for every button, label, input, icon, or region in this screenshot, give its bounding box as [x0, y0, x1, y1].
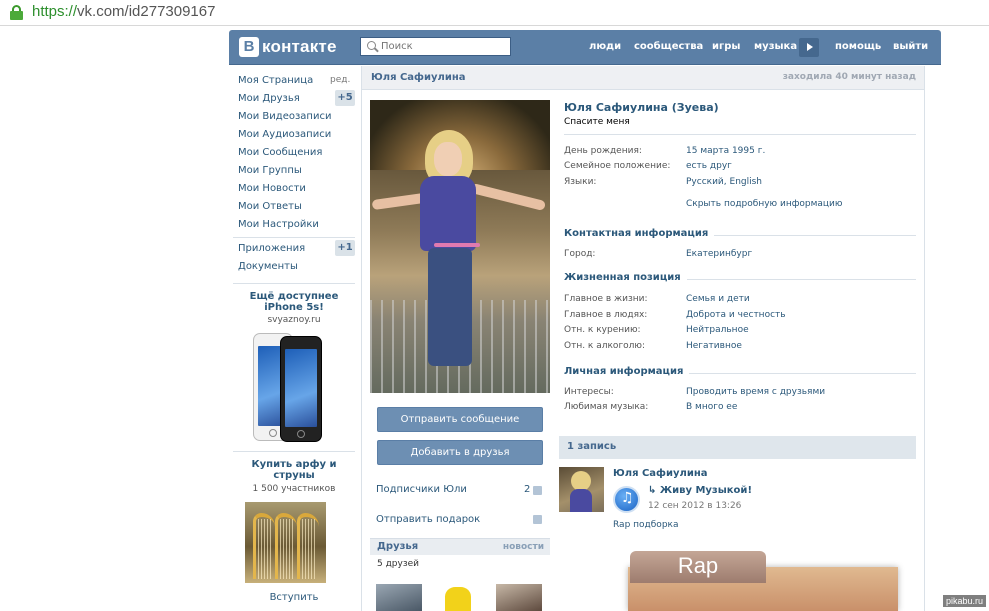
- music-group-icon[interactable]: [613, 486, 640, 513]
- smoking-label: Отн. к курению:: [564, 325, 641, 335]
- life-section-title: Жизненная позиция: [564, 272, 687, 283]
- menu-news[interactable]: Мои Новости: [238, 183, 306, 194]
- birthday-label: День рождения:: [564, 146, 642, 156]
- followers-count[interactable]: 2: [524, 484, 530, 495]
- profile-status[interactable]: Спасите меня: [564, 117, 630, 127]
- ad-iphone-source[interactable]: svyaznoy.ru: [233, 315, 355, 325]
- ad-iphone-title[interactable]: Ещё доступнее iPhone 5s!: [233, 291, 355, 313]
- menu-documents[interactable]: Документы: [238, 261, 298, 272]
- relationship-value[interactable]: есть друг: [686, 161, 732, 171]
- nav-communities[interactable]: сообщества: [634, 30, 703, 65]
- top-profile-name: Юля Сафиулина: [371, 72, 466, 83]
- contact-section-title: Контактная информация: [564, 228, 715, 239]
- followers-link[interactable]: Подписчики Юли: [376, 484, 467, 495]
- friends-badge[interactable]: +5: [335, 90, 355, 106]
- repost-title: Живу Музыкой!: [659, 485, 752, 496]
- post-author-name[interactable]: Юля Сафиулина: [613, 468, 708, 479]
- last-seen: заходила 40 минут назад: [782, 72, 916, 82]
- ad-harp-members: 1 500 участников: [252, 484, 336, 494]
- post-date[interactable]: 12 сен 2012 в 13:26: [648, 501, 741, 511]
- lock-icon: [10, 5, 23, 20]
- followers-icon: [533, 486, 542, 495]
- birthday-value[interactable]: 15 марта 1995 г.: [686, 146, 765, 156]
- main-in-people-value[interactable]: Доброта и честность: [686, 310, 786, 320]
- menu-groups[interactable]: Мои Группы: [238, 165, 302, 176]
- ad-join-link[interactable]: Вступить: [233, 592, 355, 603]
- nav-help[interactable]: помощь: [835, 30, 881, 65]
- friends-news-link[interactable]: новости: [503, 542, 544, 552]
- repost-arrow-icon: ↳: [648, 485, 660, 496]
- send-gift-link[interactable]: Отправить подарок: [376, 514, 480, 525]
- watermark: pikabu.ru: [942, 595, 986, 607]
- nav-logout[interactable]: выйти: [893, 30, 928, 65]
- menu-settings[interactable]: Мои Настройки: [238, 219, 319, 230]
- divider: [564, 134, 916, 135]
- interests-value[interactable]: Проводить время с друзьями: [686, 387, 825, 397]
- menu-edit-link[interactable]: ред.: [330, 75, 350, 85]
- languages-value[interactable]: Русский, English: [686, 177, 762, 187]
- apps-badge[interactable]: +1: [335, 240, 355, 256]
- personal-section-title: Личная информация: [564, 366, 690, 377]
- friends-count[interactable]: 5 друзей: [377, 559, 419, 569]
- menu-videos[interactable]: Мои Видеозаписи: [238, 111, 331, 122]
- main-in-life-value[interactable]: Семья и дети: [686, 294, 750, 304]
- wall-count: 1 запись: [567, 441, 617, 452]
- nav-games[interactable]: игры: [712, 30, 740, 65]
- smoking-value[interactable]: Нейтральное: [686, 325, 749, 335]
- menu-apps[interactable]: Приложения: [238, 243, 305, 254]
- search-icon: [367, 41, 376, 50]
- friend-avatar[interactable]: [496, 584, 542, 611]
- menu-answers[interactable]: Мои Ответы: [238, 201, 302, 212]
- nav-music[interactable]: музыка: [754, 30, 797, 65]
- menu-friends[interactable]: Мои Друзья: [238, 93, 300, 104]
- iphone-black-image[interactable]: [280, 336, 322, 442]
- relationship-label: Семейное положение:: [564, 161, 671, 171]
- music-value[interactable]: В много ее: [686, 402, 737, 412]
- repost-source[interactable]: ↳ Живу Музыкой!: [648, 485, 752, 496]
- languages-label: Языки:: [564, 177, 597, 187]
- play-icon[interactable]: [799, 38, 819, 57]
- main-in-life-label: Главное в жизни:: [564, 294, 648, 304]
- main-in-people-label: Главное в людях:: [564, 310, 648, 320]
- interests-label: Интересы:: [564, 387, 614, 397]
- friends-header: Друзья новости: [370, 538, 550, 555]
- friend-avatar[interactable]: [436, 584, 482, 611]
- wall-header[interactable]: 1 запись: [559, 436, 916, 459]
- city-value[interactable]: Екатеринбург: [686, 249, 752, 259]
- menu-messages[interactable]: Мои Сообщения: [238, 147, 322, 158]
- profile-top-bar: Юля Сафиулина заходила 40 минут назад: [361, 66, 925, 90]
- harp-image[interactable]: [245, 502, 326, 583]
- logo-mark: B: [239, 37, 259, 57]
- post-text: Rap подборка: [613, 520, 679, 530]
- profile-photo[interactable]: [370, 100, 550, 393]
- menu-divider: [233, 237, 355, 238]
- search-box[interactable]: [360, 37, 511, 56]
- send-message-button[interactable]: Отправить сообщение: [377, 407, 543, 432]
- logo-text: контакте: [262, 37, 337, 56]
- add-friend-button[interactable]: Добавить в друзья: [377, 440, 543, 465]
- url-text[interactable]: https://vk.com/id277309167: [32, 3, 215, 20]
- friends-title[interactable]: Друзья: [377, 541, 418, 552]
- gift-icon: [533, 515, 542, 524]
- ad-divider: [233, 451, 355, 452]
- post-image[interactable]: Rap: [620, 549, 906, 611]
- friend-avatar[interactable]: [376, 584, 422, 611]
- search-input[interactable]: [381, 39, 506, 54]
- profile-full-name: Юля Сафиулина (Зуева): [564, 101, 719, 114]
- alcohol-value[interactable]: Негативное: [686, 341, 742, 351]
- site-header: B контакте люди сообщества игры музыка п…: [229, 30, 941, 65]
- post-image-caption: Rap: [677, 553, 719, 578]
- nav-people[interactable]: люди: [589, 30, 621, 65]
- address-bar[interactable]: https://vk.com/id277309167: [0, 0, 989, 26]
- post-author-avatar[interactable]: [559, 467, 604, 512]
- hide-details-link[interactable]: Скрыть подробную информацию: [686, 199, 842, 209]
- ad-harp-title[interactable]: Купить арфу и струны: [233, 459, 355, 481]
- city-label: Город:: [564, 249, 596, 259]
- menu-audio[interactable]: Мои Аудиозаписи: [238, 129, 331, 140]
- alcohol-label: Отн. к алкоголю:: [564, 341, 646, 351]
- menu-divider: [233, 283, 355, 284]
- menu-my-page[interactable]: Моя Страница: [238, 75, 313, 86]
- music-label: Любимая музыка:: [564, 402, 649, 412]
